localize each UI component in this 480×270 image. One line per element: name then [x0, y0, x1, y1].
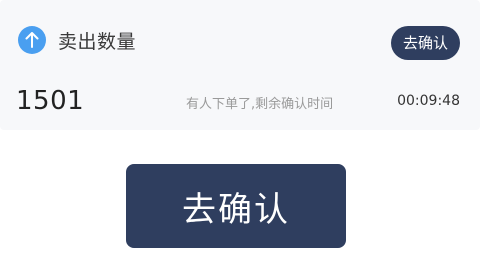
sell-order-card: 卖出数量 去确认 1501 有人下单了,剩余确认时间 00:09:48 [0, 0, 480, 130]
page: 卖出数量 去确认 1501 有人下单了,剩余确认时间 00:09:48 去确认 [0, 0, 480, 270]
card-header: 卖出数量 [18, 26, 136, 54]
sell-quantity-title: 卖出数量 [58, 30, 137, 53]
up-arrow-icon [18, 26, 46, 54]
countdown-timer: 00:09:48 [397, 93, 460, 109]
card-confirm-button[interactable]: 去确认 [390, 26, 460, 60]
quantity-value: 1501 [16, 86, 85, 116]
remaining-time-notice: 有人下单了,剩余确认时间 [186, 97, 334, 112]
confirm-button[interactable]: 去确认 [126, 164, 346, 248]
